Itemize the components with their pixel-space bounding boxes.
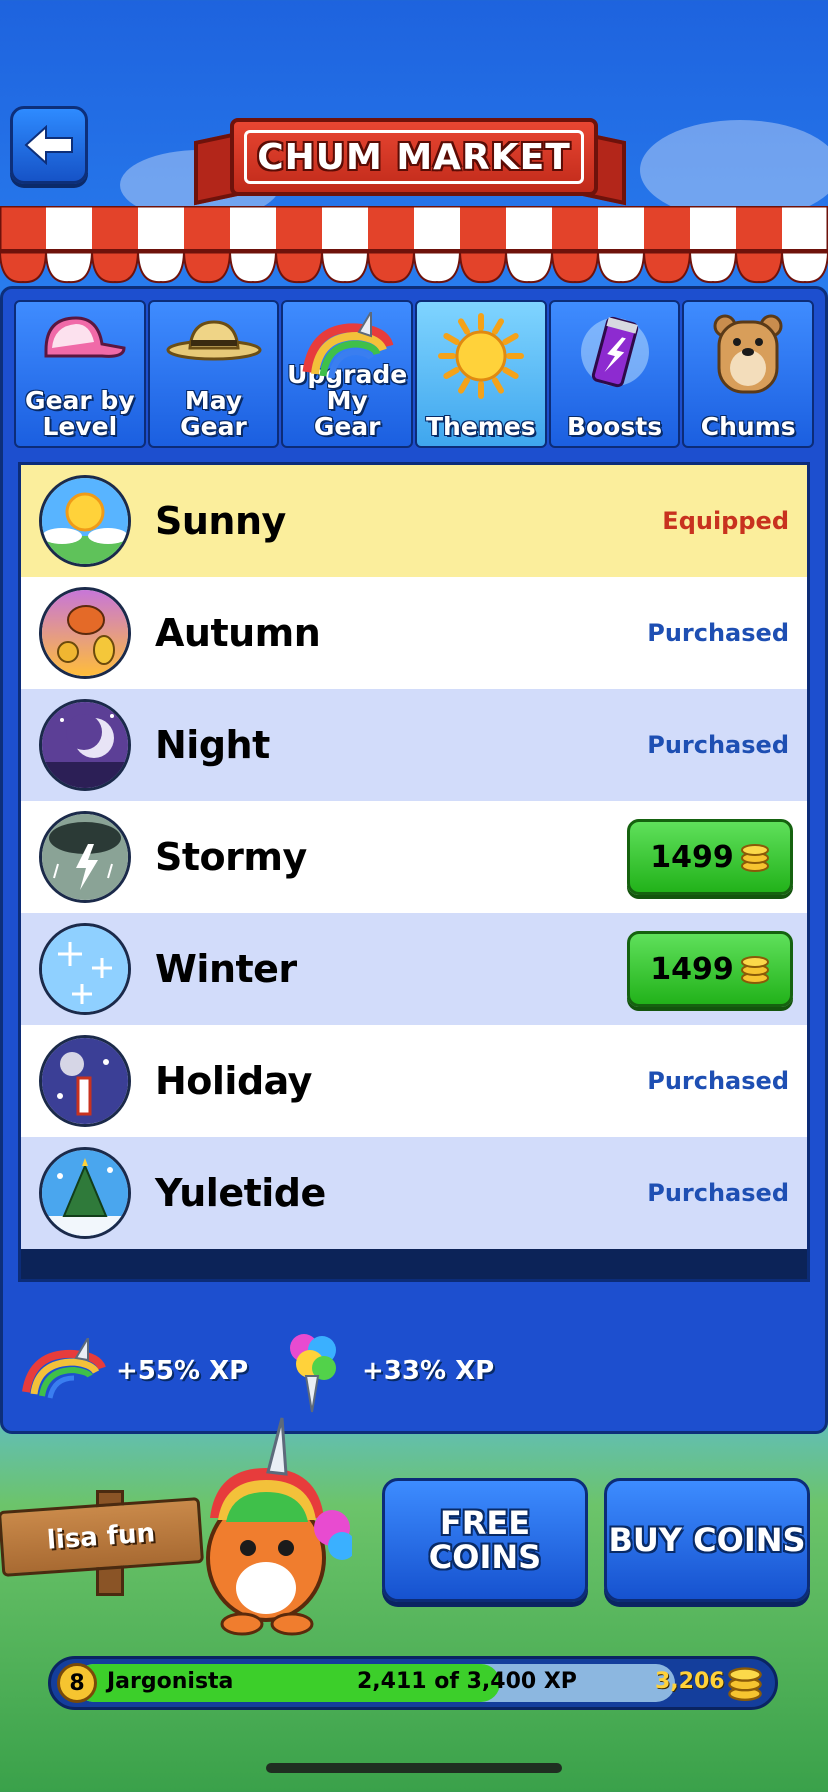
- home-indicator[interactable]: [266, 1763, 562, 1773]
- back-button[interactable]: [10, 106, 88, 184]
- themes-list: Sunny Equipped Autumn Purchased Night Pu…: [18, 462, 810, 1282]
- tab-upgrade-my-gear[interactable]: Upgrade My Gear: [281, 300, 414, 448]
- title-banner: CHUM MARKET: [194, 118, 626, 206]
- energy-can-icon: [580, 316, 649, 388]
- free-coins-button[interactable]: FREE COINS: [382, 1478, 588, 1602]
- stormy-theme-icon: [39, 811, 131, 903]
- tab-label: Chums: [700, 412, 796, 441]
- price-label: 1499: [650, 839, 734, 875]
- buy-stormy-button[interactable]: 1499: [627, 819, 793, 895]
- status-purchased: Purchased: [647, 619, 789, 647]
- rainbow-horn-icon: [22, 1338, 106, 1399]
- coin-stack-icon: [740, 844, 769, 872]
- theme-name: Holiday: [155, 1059, 312, 1103]
- tab-may-gear[interactable]: May Gear: [147, 300, 280, 448]
- autumn-theme-icon: [39, 587, 131, 679]
- sun-icon: [437, 313, 524, 399]
- list-item-autumn[interactable]: Autumn Purchased: [21, 577, 807, 689]
- status-purchased: Purchased: [647, 1067, 789, 1095]
- tab-chums[interactable]: Chums: [682, 300, 815, 448]
- buy-coins-button[interactable]: BUY COINS: [604, 1478, 810, 1602]
- status-purchased: Purchased: [647, 1179, 789, 1207]
- free-coins-label: FREE COINS: [428, 1504, 542, 1576]
- cloud: [640, 120, 828, 220]
- rainbow-horn-icon: [302, 312, 394, 379]
- list-item-night[interactable]: Night Purchased: [21, 689, 807, 801]
- player-status-bar: 8 Jargonista 2,411 of 3,400 XP 3,206: [48, 1656, 778, 1710]
- theme-name: Yuletide: [155, 1171, 326, 1215]
- xp-boost-label: +55% XP: [116, 1356, 249, 1386]
- category-tabs: Gear by Level May Gear Upgrade My Gear Them…: [14, 300, 815, 448]
- tab-label: Boosts: [566, 412, 663, 441]
- rank-label: Jargonista: [107, 1669, 234, 1694]
- holiday-theme-icon: [39, 1035, 131, 1127]
- status-purchased: Purchased: [647, 731, 789, 759]
- arrow-left-icon: [24, 125, 73, 165]
- theme-name: Night: [155, 723, 270, 767]
- theme-name: Sunny: [155, 499, 286, 543]
- tab-label: Themes: [426, 412, 536, 441]
- buy-winter-button[interactable]: 1499: [627, 931, 793, 1007]
- price-label: 1499: [650, 951, 734, 987]
- awning: [0, 206, 828, 284]
- list-item-stormy[interactable]: Stormy 1499: [21, 801, 807, 913]
- page-title: CHUM MARKET: [257, 136, 571, 178]
- list-item-winter[interactable]: Winter 1499: [21, 913, 807, 1025]
- tab-themes[interactable]: Themes: [415, 300, 547, 448]
- player-name: lisa fun: [45, 1518, 157, 1556]
- tab-gear-by-level[interactable]: Gear by Level: [14, 300, 146, 448]
- yuletide-theme-icon: [39, 1147, 131, 1239]
- player-name-sign: lisa fun: [0, 1490, 205, 1596]
- cap-icon: [44, 316, 126, 358]
- bear-icon: [713, 314, 783, 394]
- theme-name: Winter: [155, 947, 297, 991]
- tab-boosts[interactable]: Boosts: [548, 300, 681, 448]
- list-item-holiday[interactable]: Holiday Purchased: [21, 1025, 807, 1137]
- straw-hat-icon: [166, 320, 261, 361]
- sunny-theme-icon: [39, 475, 131, 567]
- level-badge: 8: [57, 1663, 97, 1703]
- status-equipped: Equipped: [662, 507, 789, 535]
- coin-stack-icon: [728, 1667, 762, 1701]
- list-item-yuletide[interactable]: Yuletide Purchased: [21, 1137, 807, 1249]
- winter-theme-icon: [39, 923, 131, 1015]
- theme-name: Autumn: [155, 611, 321, 655]
- tab-label: Gear by Level: [25, 386, 135, 441]
- xp-progress-label: 2,411 of 3,400 XP: [357, 1669, 577, 1694]
- xp-boosts: +55% XP +33% XP: [14, 1330, 814, 1420]
- night-theme-icon: [39, 699, 131, 791]
- buy-coins-label: BUY COINS: [608, 1521, 806, 1559]
- xp-boost-label: +33% XP: [362, 1356, 495, 1386]
- coin-stack-icon: [740, 956, 769, 984]
- rainbow-cotton-candy-icon: [290, 1334, 336, 1413]
- coin-balance: 3,206: [655, 1669, 725, 1694]
- theme-name: Stormy: [155, 835, 307, 879]
- chum-character: [206, 1417, 352, 1636]
- list-item-sunny[interactable]: Sunny Equipped: [21, 465, 807, 577]
- tab-label: May Gear: [180, 386, 247, 441]
- level-number: 8: [69, 1670, 85, 1696]
